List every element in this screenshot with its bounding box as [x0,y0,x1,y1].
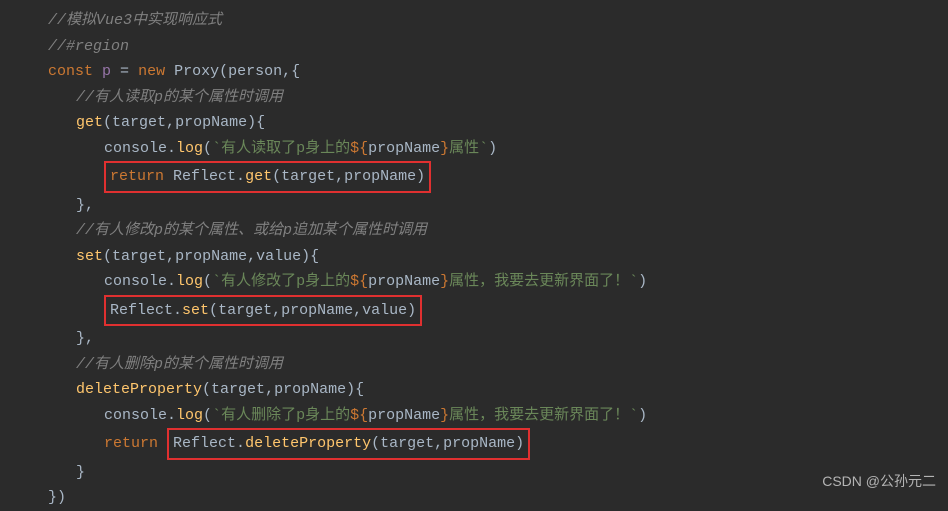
code-line: deleteProperty(target,propName){ [48,377,948,403]
code-line: set(target,propName,value){ [48,244,948,270]
code-line: }) [48,485,948,511]
code-line-comment: //有人读取p的某个属性时调用 [48,85,948,111]
code-line: console.log(`有人删除了p身上的${propName}属性，我要去更… [48,403,948,429]
code-line: console.log(`有人读取了p身上的${propName}属性`) [48,136,948,162]
code-line: } [48,460,948,486]
code-line-comment: //有人修改p的某个属性、或给p追加某个属性时调用 [48,218,948,244]
code-line-comment: //#region [48,34,948,60]
code-line: const p = new Proxy(person,{ [48,59,948,85]
code-line-highlight: Reflect.set(target,propName,value) [48,295,948,327]
code-line-highlight: return Reflect.deleteProperty(target,pro… [48,428,948,460]
watermark: CSDN @公孙元二 [822,470,936,494]
code-line: get(target,propName){ [48,110,948,136]
code-line-highlight: return Reflect.get(target,propName) [48,161,948,193]
code-line: }, [48,193,948,219]
code-line: console.log(`有人修改了p身上的${propName}属性，我要去更… [48,269,948,295]
code-line: }, [48,326,948,352]
code-line-comment: //有人删除p的某个属性时调用 [48,352,948,378]
code-line-comment: //模拟Vue3中实现响应式 [48,8,948,34]
